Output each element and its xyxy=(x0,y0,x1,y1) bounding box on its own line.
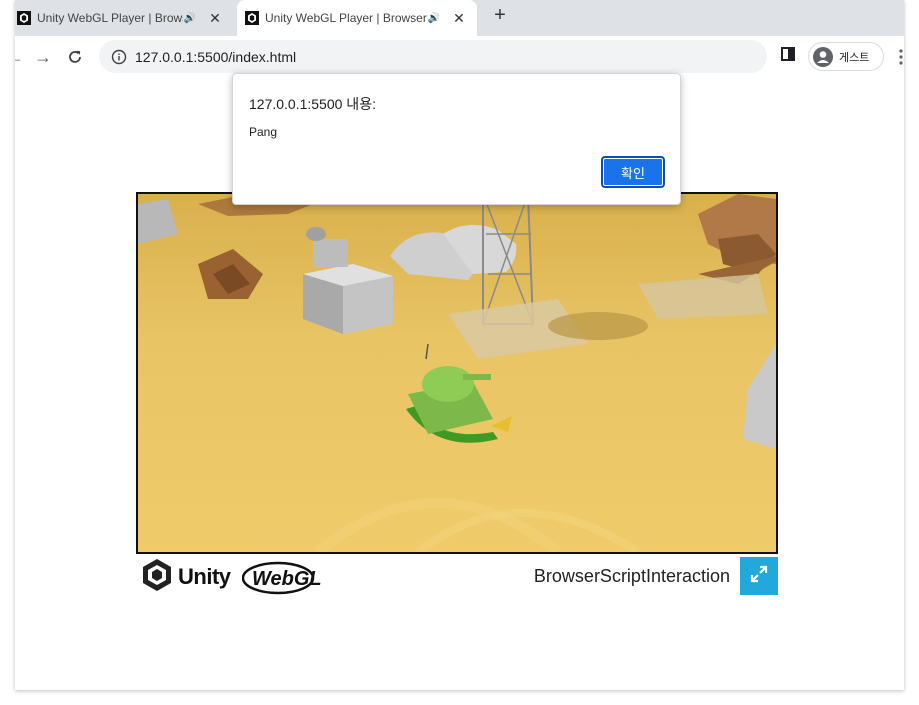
unity-wordmark: Unity xyxy=(178,564,231,589)
tab-title: Unity WebGL Player | Browser xyxy=(37,11,183,25)
kebab-menu-icon[interactable] xyxy=(899,49,903,65)
profile-button[interactable]: 게스트 xyxy=(808,42,884,71)
profile-name: 게스트 xyxy=(839,51,870,64)
back-arrow-icon[interactable]: ← xyxy=(15,45,27,69)
new-tab-plus-icon[interactable]: + xyxy=(489,4,511,26)
address-bar[interactable]: 127.0.0.1:5500/index.html xyxy=(99,40,767,73)
side-panel-icon[interactable] xyxy=(781,47,797,65)
audio-playing-icon[interactable]: 🔊 xyxy=(427,13,441,24)
dialog-message: Pang xyxy=(249,125,278,139)
unity-logo: Unity xyxy=(142,558,231,597)
reload-icon[interactable] xyxy=(63,45,87,69)
close-tab-icon[interactable]: ✕ xyxy=(207,10,223,27)
tab-unity-player-2[interactable]: Unity WebGL Player | Browser 🔊 ✕ xyxy=(237,0,477,36)
unity-game-canvas[interactable] xyxy=(136,192,778,554)
avatar-icon xyxy=(813,46,833,67)
tab-unity-player-1[interactable]: Unity WebGL Player | Browser 🔊 ✕ xyxy=(15,0,233,36)
alert-dialog: 127.0.0.1:5500 내용: Pang 확인 xyxy=(232,73,681,205)
game-scene xyxy=(138,194,776,552)
tab-title: Unity WebGL Player | Browser xyxy=(265,11,427,25)
url-text: 127.0.0.1:5500/index.html xyxy=(135,48,297,65)
browser-window: Unity WebGL Player | Browser 🔊 ✕ Unity W… xyxy=(15,0,904,690)
unity-favicon-icon xyxy=(17,11,31,25)
close-tab-icon[interactable]: ✕ xyxy=(451,10,467,27)
fullscreen-button[interactable] xyxy=(740,557,778,595)
dialog-title: 127.0.0.1:5500 내용: xyxy=(249,96,376,112)
webgl-wordmark: WebGL xyxy=(252,568,322,590)
tab-strip: Unity WebGL Player | Browser 🔊 ✕ Unity W… xyxy=(15,0,904,36)
unity-favicon-icon xyxy=(245,11,259,25)
webgl-logo: WebGL xyxy=(241,561,322,595)
site-info-icon[interactable] xyxy=(111,49,127,65)
fullscreen-icon xyxy=(750,565,768,588)
audio-playing-icon[interactable]: 🔊 xyxy=(183,13,197,24)
unity-footer: Unity WebGL BrowserScriptInteraction xyxy=(136,557,778,597)
unity-cube-icon xyxy=(142,558,172,597)
forward-arrow-icon[interactable]: → xyxy=(31,45,55,69)
ok-button[interactable]: 확인 xyxy=(601,156,665,188)
build-title: BrowserScriptInteraction xyxy=(533,566,730,586)
